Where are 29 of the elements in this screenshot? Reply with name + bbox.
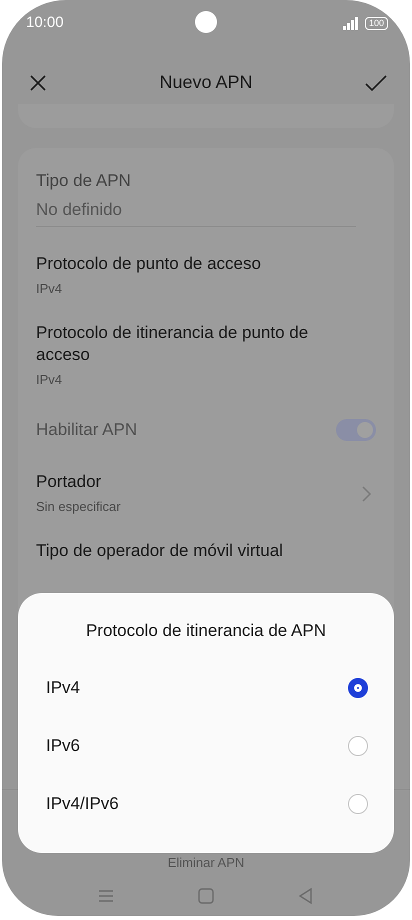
input-field[interactable]: No definido [36, 196, 356, 228]
signal-icon [342, 16, 359, 30]
battery-indicator: 100 [364, 16, 388, 30]
setting-value: Sin especificar [36, 499, 121, 516]
page-title: Nuevo APN [159, 71, 253, 94]
close-icon[interactable] [28, 73, 48, 93]
setting-title: Protocolo de punto de acceso [36, 253, 261, 276]
setting-value: IPv4 [36, 281, 64, 298]
radio-option[interactable]: IPv4 [18, 659, 394, 717]
checkmark-icon[interactable] [364, 73, 388, 93]
home-icon [196, 886, 216, 906]
setting-title: Protocolo de itinerancia de punto de acceso [36, 322, 310, 366]
dialog-title: Protocolo de itinerancia de APN [84, 621, 328, 641]
radio-option[interactable]: IPv6 [18, 717, 394, 775]
setting-item[interactable]: Tipo de operador de móvil virtual [36, 528, 376, 574]
setting-title: Portador [36, 471, 102, 494]
setting-value: IPv4 [36, 372, 64, 390]
setting-item[interactable]: Portador Sin especificar [36, 459, 376, 528]
radio-button[interactable] [348, 736, 368, 756]
radio-button[interactable] [348, 794, 368, 814]
setting-item[interactable]: Protocolo de itinerancia de punto de acceso IPv4 [36, 310, 376, 402]
status-time: 10:00 [26, 13, 64, 33]
radio-button[interactable] [348, 678, 368, 698]
setting-title: Tipo de operador de móvil virtual [36, 540, 283, 562]
camera-cutout [195, 11, 217, 33]
radio-option[interactable]: IPv4/IPv6 [18, 775, 394, 833]
setting-item[interactable]: Protocolo de punto de acceso IPv4 [36, 241, 376, 310]
setting-title: Habilitar APN [36, 419, 138, 442]
field-label: Tipo de APN [36, 170, 132, 192]
